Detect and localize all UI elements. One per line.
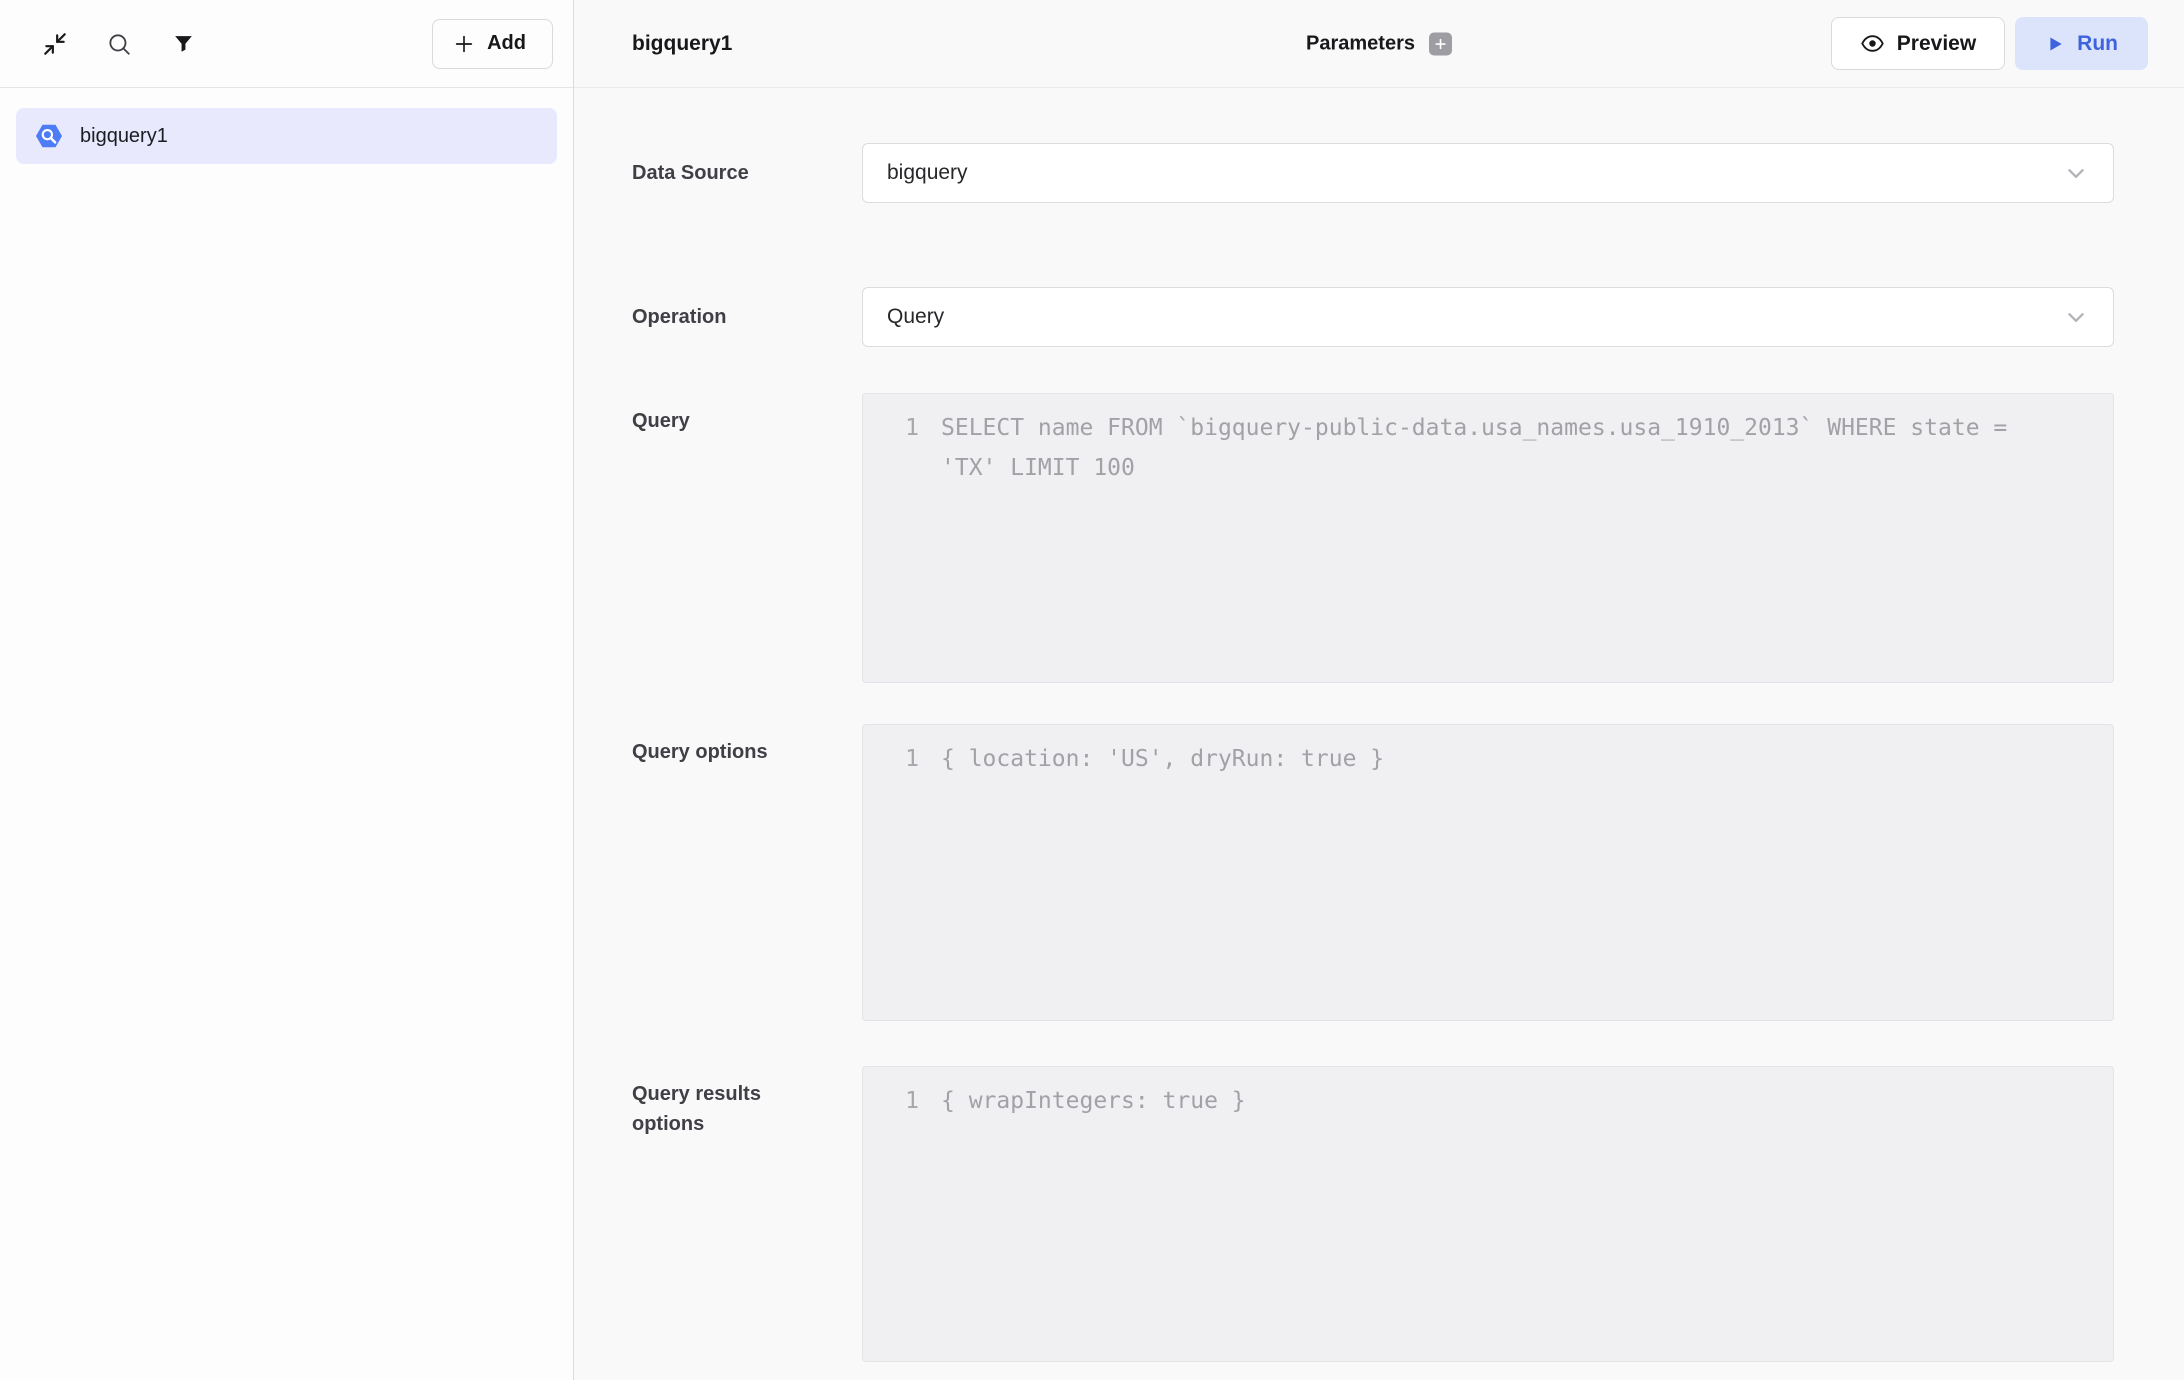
operation-select[interactable]: Query: [862, 287, 2114, 347]
query-title: bigquery1: [632, 32, 732, 56]
line-number: 1: [863, 408, 919, 448]
header-actions: Preview Run: [1831, 17, 2148, 70]
query-form: Data Source bigquery Operation Query: [574, 88, 2184, 1380]
add-parameter-button[interactable]: [1429, 32, 1452, 55]
add-query-button[interactable]: Add: [432, 19, 553, 69]
query-results-options-placeholder: { wrapIntegers: true }: [941, 1081, 2113, 1121]
query-options-editor[interactable]: 1 { location: 'US', dryRun: true }: [862, 724, 2114, 1021]
query-results-options-row: Query results options 1 { wrapIntegers: …: [632, 1066, 2114, 1362]
add-button-label: Add: [487, 32, 526, 55]
play-icon: [2045, 34, 2065, 54]
line-number: 1: [863, 1081, 919, 1121]
operation-label: Operation: [632, 287, 862, 332]
data-source-select[interactable]: bigquery: [862, 143, 2114, 203]
query-results-options-editor[interactable]: 1 { wrapIntegers: true }: [862, 1066, 2114, 1362]
plus-icon: [453, 33, 475, 55]
plus-icon: [1434, 37, 1447, 50]
query-options-label: Query options: [632, 724, 862, 767]
search-icon: [106, 31, 132, 57]
query-editor-panel: bigquery1 Parameters Preview Run: [574, 0, 2184, 1380]
filter-button[interactable]: [166, 27, 200, 61]
line-number: 1: [863, 739, 919, 779]
bigquery-icon: [34, 121, 64, 151]
query-editor-header: bigquery1 Parameters Preview Run: [574, 0, 2184, 88]
search-button[interactable]: [102, 27, 136, 61]
preview-button-label: Preview: [1897, 32, 1976, 56]
filter-icon: [173, 33, 194, 54]
operation-row: Operation Query: [632, 287, 2114, 347]
query-code-editor[interactable]: 1 SELECT name FROM `bigquery-public-data…: [862, 393, 2114, 683]
query-sidebar: Add bigquery1: [0, 0, 574, 1380]
operation-value: Query: [887, 305, 944, 329]
query-list: bigquery1: [0, 88, 573, 184]
run-button[interactable]: Run: [2015, 17, 2148, 70]
chevron-down-icon: [2063, 304, 2089, 330]
parameters-section: Parameters: [1306, 32, 1452, 55]
collapse-panel-button[interactable]: [38, 27, 72, 61]
query-results-options-label: Query results options: [632, 1066, 862, 1139]
run-button-label: Run: [2077, 32, 2118, 56]
query-label: Query: [632, 393, 862, 436]
collapse-icon: [42, 31, 68, 57]
query-list-item-bigquery1[interactable]: bigquery1: [16, 108, 557, 164]
preview-button[interactable]: Preview: [1831, 17, 2005, 70]
data-source-row: Data Source bigquery: [632, 143, 2114, 203]
query-options-row: Query options 1 { location: 'US', dryRun…: [632, 724, 2114, 1021]
query-row: Query 1 SELECT name FROM `bigquery-publi…: [632, 393, 2114, 683]
query-code-placeholder: SELECT name FROM `bigquery-public-data.u…: [941, 408, 2113, 488]
eye-icon: [1860, 31, 1885, 56]
sidebar-header: Add: [0, 0, 573, 88]
data-source-label: Data Source: [632, 143, 862, 188]
chevron-down-icon: [2063, 160, 2089, 186]
app-root: Add bigquery1 bigquery1 Parameters: [0, 0, 2184, 1380]
query-options-placeholder: { location: 'US', dryRun: true }: [941, 739, 2113, 779]
query-item-label: bigquery1: [80, 125, 168, 148]
parameters-label: Parameters: [1306, 32, 1415, 55]
data-source-value: bigquery: [887, 161, 968, 185]
